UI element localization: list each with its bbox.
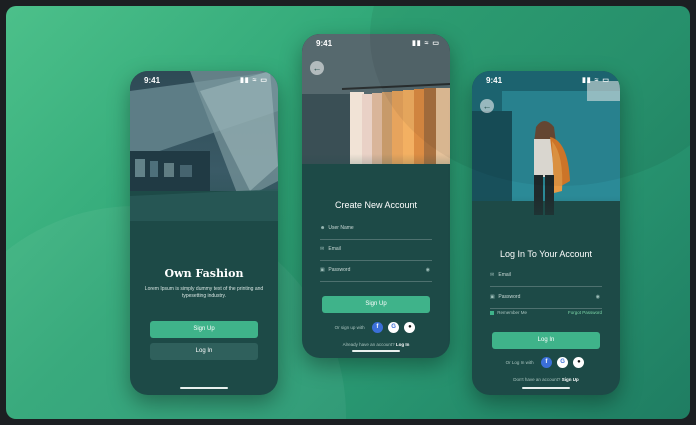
form-title: Log In To Your Account xyxy=(500,249,592,259)
mail-icon: ✉ xyxy=(490,272,495,278)
status-time: 9:41 xyxy=(316,39,333,48)
social-login-row: Or Log In with f G ● xyxy=(472,357,620,369)
facebook-icon[interactable]: f xyxy=(371,322,383,333)
lock-icon: ▣ xyxy=(490,294,495,300)
forgot-password-link[interactable]: Forgot Password xyxy=(568,310,602,315)
showcase-background: 9:41 ▮▮ ≈ ▭ Own Fashion Lorem Ipsum is s… xyxy=(6,6,690,419)
email-placeholder: Email xyxy=(328,246,341,252)
remember-row: Remember Me Forgot Password xyxy=(490,310,602,318)
create-account-screen: 9:41 ▮▮ ≈ ▭ ← Create New Account ☻ User … xyxy=(302,34,450,358)
home-indicator xyxy=(352,350,400,352)
social-signup-row: Or sign up with f G ● xyxy=(302,322,450,334)
hero-fade xyxy=(130,221,278,271)
email-placeholder: Email xyxy=(498,272,511,278)
status-icons: ▮▮ ≈ ▭ xyxy=(411,40,440,47)
brand-description: Lorem Ipsum is simply dummy text of the … xyxy=(144,286,264,299)
apple-icon[interactable]: ● xyxy=(404,322,416,333)
username-placeholder: User Name xyxy=(328,225,354,231)
status-bar: 9:41 ▮▮ ≈ ▭ xyxy=(302,34,450,50)
status-icons: ▮▮ ≈ ▭ xyxy=(239,77,268,84)
password-field[interactable]: ▣ Password ◉ xyxy=(490,294,602,309)
login-screen: 9:41 ▮▮ ≈ ▭ ← Log In To Your Account ✉ E… xyxy=(472,71,620,395)
brand-title: Own Fashion xyxy=(164,267,244,280)
login-prompt: Already have an account? Log In xyxy=(302,342,450,347)
login-button[interactable]: Log In xyxy=(492,332,600,349)
remember-checkbox[interactable] xyxy=(490,310,494,315)
facebook-icon[interactable]: f xyxy=(540,357,552,368)
social-label: Or Log In with xyxy=(505,360,534,365)
email-field[interactable]: ✉ Email xyxy=(320,246,432,261)
login-link[interactable]: Log In xyxy=(396,342,410,347)
status-icons: ▮▮ ≈ ▭ xyxy=(581,77,610,84)
back-icon[interactable]: ← xyxy=(480,99,494,113)
signup-link[interactable]: Sign Up xyxy=(562,377,579,382)
login-prompt-text: Already have an account? xyxy=(342,342,395,347)
back-icon[interactable]: ← xyxy=(310,61,324,75)
mail-icon: ✉ xyxy=(320,246,325,252)
status-bar: 9:41 ▮▮ ≈ ▭ xyxy=(130,71,278,87)
form-title: Create New Account xyxy=(334,200,418,210)
signup-prompt-text: Don't have an account? xyxy=(513,377,561,382)
login-button[interactable]: Log In xyxy=(150,343,258,360)
email-field[interactable]: ✉ Email xyxy=(490,272,602,287)
social-label: Or sign up with xyxy=(334,325,365,330)
signup-button[interactable]: Sign Up xyxy=(150,321,258,338)
google-icon[interactable]: G xyxy=(388,322,400,333)
hero-fade xyxy=(472,196,620,256)
password-placeholder: Password xyxy=(328,267,351,273)
welcome-screen: 9:41 ▮▮ ≈ ▭ Own Fashion Lorem Ipsum is s… xyxy=(130,71,278,395)
status-bar: 9:41 ▮▮ ≈ ▭ xyxy=(472,71,620,87)
username-field[interactable]: ☻ User Name xyxy=(320,225,432,240)
lock-icon: ▣ xyxy=(320,267,325,273)
password-value: Password xyxy=(498,294,521,300)
signup-prompt: Don't have an account? Sign Up xyxy=(472,377,620,382)
status-time: 9:41 xyxy=(144,76,161,85)
status-time: 9:41 xyxy=(486,76,503,85)
signup-button[interactable]: Sign Up xyxy=(322,296,430,313)
home-indicator xyxy=(180,387,228,389)
user-icon: ☻ xyxy=(320,225,326,231)
eye-icon[interactable]: ◉ xyxy=(596,294,600,300)
remember-label: Remember Me xyxy=(497,310,528,315)
password-field[interactable]: ▣ Password ◉ xyxy=(320,267,432,282)
apple-icon[interactable]: ● xyxy=(573,357,585,368)
eye-icon[interactable]: ◉ xyxy=(426,267,430,273)
google-icon[interactable]: G xyxy=(557,357,569,368)
home-indicator xyxy=(522,387,570,389)
